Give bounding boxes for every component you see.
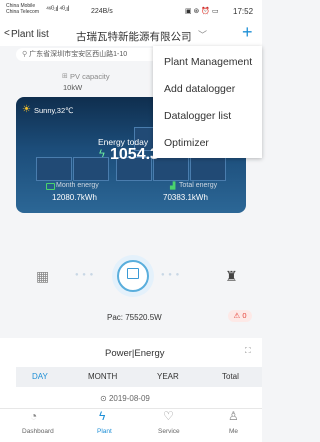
plant-list-link[interactable]: Plant list [11, 29, 49, 40]
me-icon[interactable]: ♙ [228, 409, 239, 423]
date-text: 2019-08-09 [108, 394, 150, 403]
total-energy-value: 70383.1kWh [163, 193, 208, 202]
status-time: 17:52 [233, 7, 254, 16]
menu-item-optimizer[interactable]: Optimizer [164, 137, 209, 149]
dashboard-icon[interactable]: ◔ [30, 409, 37, 423]
plant-name-selector[interactable]: 古瑞瓦特新能源有限公司 [76, 29, 192, 44]
plant-address: ⚲ 广东省深圳市宝安区西山路1-10 [16, 48, 162, 61]
menu-item-add-datalogger[interactable]: Add datalogger [164, 83, 235, 95]
total-energy-label: Total energy [179, 182, 218, 189]
month-energy-label: Month energy [56, 182, 99, 189]
menu-item-plant-management[interactable]: Plant Management [164, 56, 252, 68]
signal-icon: ⁴⁶ᴳ.ıl ⁴ᴳ.ıl [46, 6, 69, 13]
grid-tower-icon: ♜ [225, 268, 238, 284]
tab-month[interactable]: MONTH [88, 372, 117, 381]
inverter-icon [127, 268, 139, 279]
tab-day[interactable]: DAY [32, 372, 48, 381]
alarm-count: 0 [242, 311, 247, 320]
flow-dots: ● ● ● [75, 272, 95, 278]
pv-capacity-value: 10kW [63, 83, 83, 92]
plant-options-menu: Plant Management Add datalogger Datalogg… [153, 46, 262, 158]
address-text: 广东省深圳市宝安区西山路1-10 [29, 51, 128, 58]
carrier-2: China Telecom [6, 9, 39, 15]
tab-year[interactable]: YEAR [157, 372, 179, 381]
network-speed: 224B/s [91, 8, 113, 15]
tab-total[interactable]: Total [222, 372, 239, 381]
solar-panel-image [73, 157, 109, 181]
power-energy-title: Power|Energy [105, 348, 165, 359]
nav-dashboard-label[interactable]: Dashboard [22, 428, 54, 435]
solar-panel-image [36, 157, 72, 181]
solar-panel-image [190, 157, 226, 181]
lightning-icon: ϟ [99, 148, 105, 160]
solar-panel-icon: ▦ [36, 268, 50, 284]
pac-value: Pac: 75520.5W [107, 313, 162, 322]
pv-capacity-label: PV capacity [70, 72, 110, 81]
bottom-nav [0, 408, 262, 442]
total-energy-icon: ▟ [170, 183, 176, 190]
sun-icon: ☀ [22, 104, 31, 115]
date-selector[interactable]: ⊙ 2019-08-09 [100, 394, 150, 403]
energy-today-value: 1054.3 [110, 146, 159, 163]
nav-me-label[interactable]: Me [229, 428, 238, 435]
alarm-badge[interactable]: ⚠ 0 [228, 310, 252, 322]
system-status-icons: ▣ ⊛ ⏰ ▭ [185, 8, 219, 15]
nav-plant-label[interactable]: Plant [97, 428, 112, 435]
status-bar [0, 0, 262, 22]
pv-capacity-icon: ⊞ [62, 73, 68, 80]
plant-icon[interactable]: ϟ [99, 409, 105, 423]
prev-date-icon[interactable]: ⊙ [100, 394, 107, 403]
nav-service-label[interactable]: Service [158, 428, 180, 435]
alarm-icon: ⚠ [233, 311, 241, 320]
back-chevron-icon[interactable]: < [4, 28, 10, 39]
month-energy-value: 12080.7kWh [52, 193, 97, 202]
weather-text: Sunny,32℃ [34, 106, 74, 115]
month-energy-icon [46, 183, 55, 190]
menu-item-datalogger-list[interactable]: Datalogger list [164, 110, 231, 122]
carrier-names: China Mobile China Telecom [6, 3, 39, 15]
flow-dots: ● ● ● [161, 272, 181, 278]
chevron-down-icon[interactable]: ﹀ [198, 28, 207, 41]
location-pin-icon: ⚲ [22, 51, 28, 58]
service-icon[interactable]: ♡ [163, 409, 174, 423]
expand-icon[interactable]: ⛶ [245, 346, 251, 356]
plus-icon[interactable]: + [242, 22, 253, 43]
